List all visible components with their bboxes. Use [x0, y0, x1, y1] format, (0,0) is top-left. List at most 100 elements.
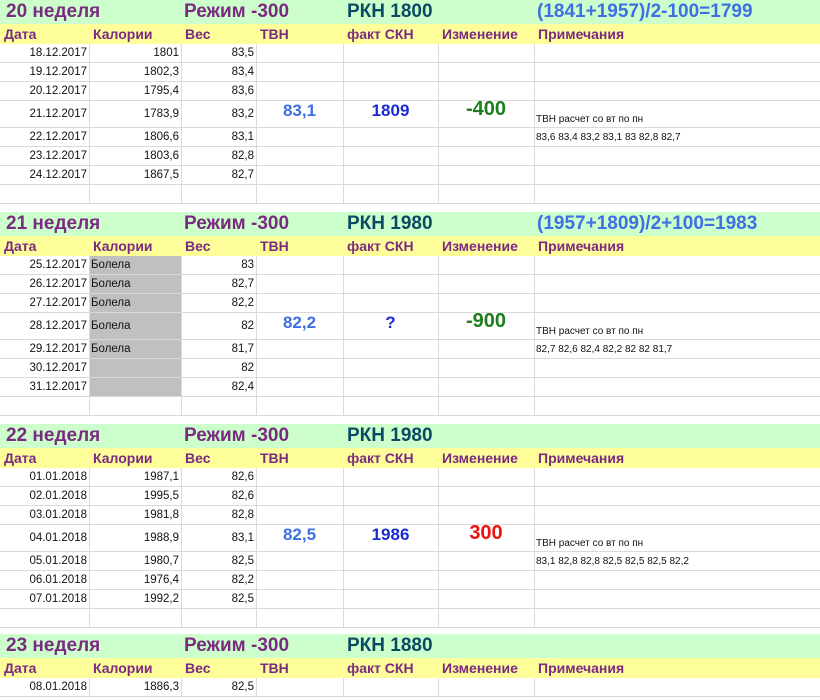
header-date[interactable]: Дата	[0, 658, 89, 678]
date-cell[interactable]: 05.01.2018	[0, 552, 89, 570]
note-text[interactable]: ТВН расчет со вт по пн	[534, 525, 820, 551]
weight-cell[interactable]: 82,5	[181, 678, 256, 696]
weight-cell[interactable]: 83,2	[181, 101, 256, 127]
header-calories[interactable]: Калории	[89, 658, 181, 678]
header-weight[interactable]: Вес	[181, 448, 256, 468]
rkn-label[interactable]: РКН 1880	[347, 634, 532, 658]
header-tvn[interactable]: ТВН	[256, 658, 343, 678]
header-change[interactable]: Изменение	[438, 448, 534, 468]
rkn-label[interactable]: РКН 1800	[347, 0, 532, 24]
weight-cell[interactable]: 82,4	[181, 378, 256, 396]
header-notes[interactable]: Примечания	[534, 448, 820, 468]
week-label[interactable]: 20 неделя	[6, 0, 176, 24]
weight-cell[interactable]: 83,6	[181, 82, 256, 100]
mode-label[interactable]: Режим -300	[184, 424, 344, 448]
rkn-formula[interactable]: (1841+1957)/2-100=1799	[537, 0, 820, 24]
weight-cell[interactable]: 82,6	[181, 468, 256, 486]
date-cell[interactable]: 25.12.2017	[0, 256, 89, 274]
weight-cell[interactable]: 82,2	[181, 571, 256, 589]
date-cell[interactable]: 28.12.2017	[0, 313, 89, 339]
header-calories[interactable]: Калории	[89, 236, 181, 256]
tvn-value[interactable]: 82,2	[256, 313, 343, 339]
weight-cell[interactable]: 83,5	[181, 44, 256, 62]
header-weight[interactable]: Вес	[181, 658, 256, 678]
week-label[interactable]: 22 неделя	[6, 424, 176, 448]
fact-skn-value[interactable]: 1809	[343, 101, 438, 127]
calories-cell[interactable]: 1867,5	[89, 166, 181, 184]
date-cell[interactable]: 18.12.2017	[0, 44, 89, 62]
weight-cell[interactable]: 81,7	[181, 340, 256, 358]
calories-cell[interactable]: 1783,9	[89, 101, 181, 127]
calories-cell[interactable]: Болела	[89, 313, 181, 339]
note-text[interactable]: 83,6 83,4 83,2 83,1 83 82,8 82,7	[534, 128, 820, 146]
calories-cell[interactable]: Болела	[89, 340, 181, 358]
fact-skn-value[interactable]: 1986	[343, 525, 438, 551]
mode-label[interactable]: Режим -300	[184, 212, 344, 236]
date-cell[interactable]: 26.12.2017	[0, 275, 89, 293]
date-cell[interactable]: 19.12.2017	[0, 63, 89, 81]
fact-skn-value[interactable]: ?	[343, 313, 438, 339]
date-cell[interactable]: 06.01.2018	[0, 571, 89, 589]
tvn-value[interactable]: 83,1	[256, 101, 343, 127]
weight-cell[interactable]: 83	[181, 256, 256, 274]
weight-cell[interactable]: 82,6	[181, 487, 256, 505]
calories-cell[interactable]: Болела	[89, 294, 181, 312]
date-cell[interactable]: 31.12.2017	[0, 378, 89, 396]
calories-cell[interactable]: 1992,2	[89, 590, 181, 608]
change-value[interactable]: -900	[438, 310, 534, 336]
note-text[interactable]: ТВН расчет со вт по пн	[534, 313, 820, 339]
header-tvn[interactable]: ТВН	[256, 236, 343, 256]
calories-cell[interactable]: 1980,7	[89, 552, 181, 570]
weight-cell[interactable]: 82,5	[181, 590, 256, 608]
note-text[interactable]: 83,1 82,8 82,8 82,5 82,5 82,5 82,2	[534, 552, 820, 570]
rkn-label[interactable]: РКН 1980	[347, 212, 532, 236]
header-tvn[interactable]: ТВН	[256, 24, 343, 44]
calories-cell[interactable]	[89, 378, 181, 396]
header-fact_skn[interactable]: факт СКН	[343, 24, 438, 44]
date-cell[interactable]: 29.12.2017	[0, 340, 89, 358]
date-cell[interactable]: 24.12.2017	[0, 166, 89, 184]
calories-cell[interactable]: Болела	[89, 256, 181, 274]
calories-cell[interactable]: 1976,4	[89, 571, 181, 589]
header-fact_skn[interactable]: факт СКН	[343, 236, 438, 256]
calories-cell[interactable]: 1995,5	[89, 487, 181, 505]
date-cell[interactable]: 01.01.2018	[0, 468, 89, 486]
note-text[interactable]: 82,7 82,6 82,4 82,2 82 82 81,7	[534, 340, 820, 358]
header-change[interactable]: Изменение	[438, 658, 534, 678]
change-value[interactable]: -400	[438, 98, 534, 124]
spreadsheet[interactable]: 20 неделя Режим -300 РКН 1800 (1841+1957)/2…	[0, 0, 820, 700]
header-change[interactable]: Изменение	[438, 24, 534, 44]
header-tvn[interactable]: ТВН	[256, 448, 343, 468]
header-fact_skn[interactable]: факт СКН	[343, 448, 438, 468]
header-notes[interactable]: Примечания	[534, 658, 820, 678]
date-cell[interactable]: 03.01.2018	[0, 506, 89, 524]
calories-cell[interactable]: 1802,3	[89, 63, 181, 81]
calories-cell[interactable]: 1988,9	[89, 525, 181, 551]
weight-cell[interactable]: 82	[181, 313, 256, 339]
date-cell[interactable]: 08.01.2018	[0, 678, 89, 696]
change-value[interactable]: 300	[438, 522, 534, 548]
week-label[interactable]: 21 неделя	[6, 212, 176, 236]
calories-cell[interactable]: 1795,4	[89, 82, 181, 100]
weight-cell[interactable]: 82,7	[181, 166, 256, 184]
calories-cell[interactable]: 1981,8	[89, 506, 181, 524]
tvn-value[interactable]: 82,5	[256, 525, 343, 551]
weight-cell[interactable]: 82,7	[181, 275, 256, 293]
calories-cell[interactable]: 1987,1	[89, 468, 181, 486]
header-date[interactable]: Дата	[0, 236, 89, 256]
date-cell[interactable]: 21.12.2017	[0, 101, 89, 127]
header-date[interactable]: Дата	[0, 24, 89, 44]
weight-cell[interactable]: 82,2	[181, 294, 256, 312]
mode-label[interactable]: Режим -300	[184, 634, 344, 658]
header-calories[interactable]: Калории	[89, 24, 181, 44]
weight-cell[interactable]: 83,1	[181, 525, 256, 551]
header-weight[interactable]: Вес	[181, 24, 256, 44]
header-change[interactable]: Изменение	[438, 236, 534, 256]
rkn-formula[interactable]: (1957+1809)/2+100=1983	[537, 212, 820, 236]
calories-cell[interactable]	[89, 359, 181, 377]
rkn-label[interactable]: РКН 1980	[347, 424, 532, 448]
header-calories[interactable]: Калории	[89, 448, 181, 468]
calories-cell[interactable]: Болела	[89, 275, 181, 293]
weight-cell[interactable]: 82,8	[181, 506, 256, 524]
date-cell[interactable]: 02.01.2018	[0, 487, 89, 505]
